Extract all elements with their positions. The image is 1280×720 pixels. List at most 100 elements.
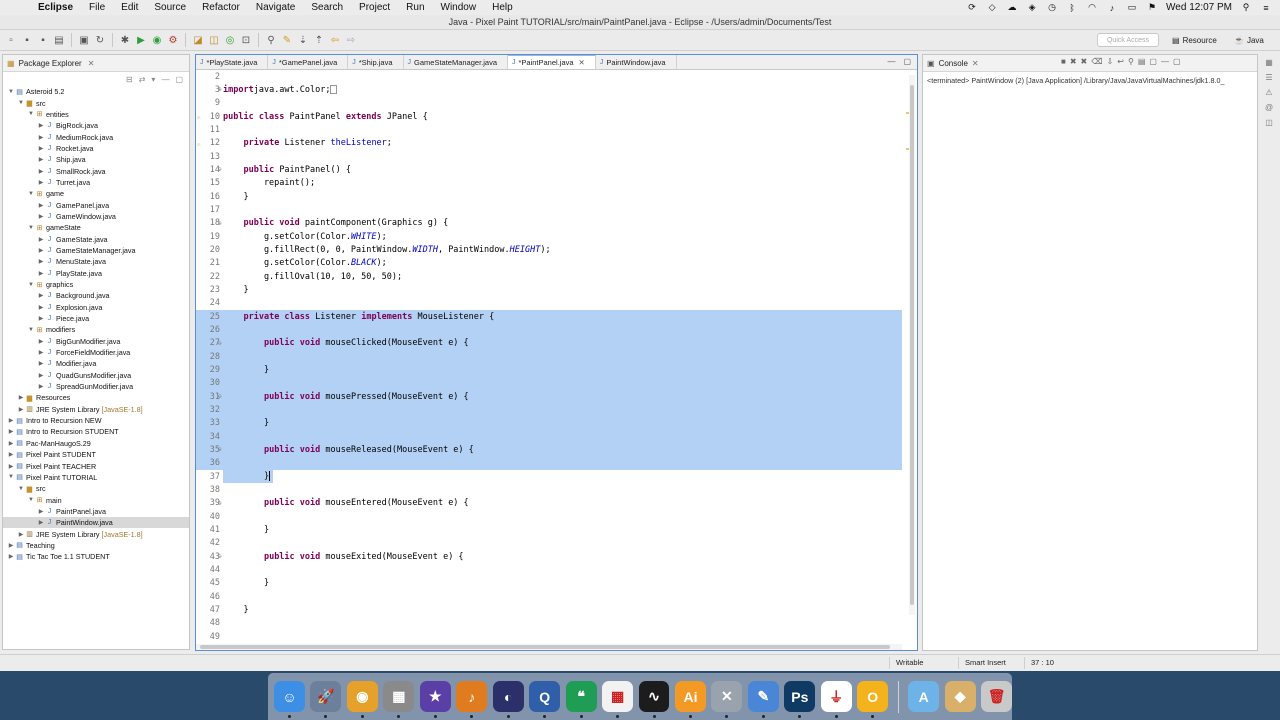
scrollbar-thumb[interactable] <box>910 85 914 605</box>
clear-console-icon[interactable]: ⌫ <box>1091 57 1102 66</box>
code-line[interactable]: 13 <box>196 150 902 163</box>
tree-item[interactable]: ▼ ⊞ gameState <box>3 222 189 233</box>
pin-console-icon[interactable]: ⚲ <box>1128 57 1134 66</box>
menu-app-name[interactable]: Eclipse <box>30 2 81 13</box>
outline-icon[interactable]: ▦ <box>1265 58 1273 67</box>
perspective-java[interactable]: ☕ Java <box>1234 33 1264 47</box>
open-type-icon[interactable]: ⊡ <box>239 33 253 47</box>
tree-item[interactable]: ▶ J GameState.java <box>3 233 189 244</box>
code-line[interactable]: 34 <box>196 429 902 444</box>
code-line[interactable]: 33 } <box>196 416 902 430</box>
collapsed-arrow-icon[interactable]: ▶ <box>37 122 45 129</box>
collapsed-arrow-icon[interactable]: ▶ <box>37 372 45 379</box>
code-line[interactable]: 43 ⊖ public void mouseExited(MouseEvent e… <box>196 550 902 563</box>
chrome-icon[interactable]: ◉ <box>346 681 378 718</box>
acrobat-icon[interactable]: ⏚ <box>820 681 852 718</box>
close-icon[interactable]: ✕ <box>579 58 585 67</box>
maximize-icon[interactable]: ▢ <box>1173 57 1181 66</box>
collapsed-arrow-icon[interactable]: ▶ <box>37 236 45 243</box>
code-line[interactable]: 41 } <box>196 523 902 536</box>
collapsed-arrow-icon[interactable]: ▶ <box>7 542 15 549</box>
view-menu-icon[interactable]: ▾ <box>151 75 155 84</box>
print-icon[interactable]: ▤ <box>52 33 66 47</box>
textedit-icon[interactable]: ✎ <box>747 681 779 718</box>
tree-item[interactable]: ▶ J ForceFieldModifier.java <box>3 347 189 358</box>
collapsed-arrow-icon[interactable]: ▶ <box>37 213 45 220</box>
editor-tab[interactable]: J *Ship.java <box>348 55 404 69</box>
display-console-icon[interactable]: ▤ <box>1138 57 1146 66</box>
code-line[interactable]: 15 repaint(); <box>196 177 902 190</box>
tree-item[interactable]: ▼ ▆ src <box>3 483 189 494</box>
collapsed-arrow-icon[interactable]: ▶ <box>37 338 45 345</box>
menu-project[interactable]: Project <box>351 2 398 13</box>
code-line[interactable]: 24 <box>196 297 902 310</box>
collapse-all-icon[interactable]: ⊟ <box>126 75 133 84</box>
menu-window[interactable]: Window <box>433 2 485 13</box>
collapsed-arrow-icon[interactable]: ▶ <box>7 463 15 470</box>
hangouts-icon[interactable]: ❝ <box>565 681 597 718</box>
code-line[interactable]: 48 <box>196 617 902 630</box>
code-line[interactable]: 47 } <box>196 603 902 616</box>
quick-access-input[interactable]: Quick Access <box>1097 33 1159 47</box>
photoshop-icon[interactable]: Ps <box>784 681 816 718</box>
link-with-editor-icon[interactable]: ⇄ <box>139 75 146 84</box>
eclipse-icon[interactable]: ◐ <box>492 681 524 718</box>
collapsed-arrow-icon[interactable]: ▶ <box>17 406 25 413</box>
collapsed-arrow-icon[interactable]: ▶ <box>37 202 45 209</box>
menu-file[interactable]: File <box>81 2 113 13</box>
tree-item[interactable]: ▶ J MediumRock.java <box>3 131 189 142</box>
editor-tab[interactable]: J GameStateManager.java <box>404 55 508 69</box>
expanded-arrow-icon[interactable]: ▼ <box>7 474 15 480</box>
search-icon[interactable]: ⚲ <box>264 33 278 47</box>
run-icon[interactable]: ▶ <box>134 33 148 47</box>
illustrator-icon[interactable]: Ai <box>674 681 706 718</box>
tree-item[interactable]: ▶ ▥ JRE System Library [JavaSE-1.8] <box>3 404 189 415</box>
tree-item[interactable]: ▶ ▤ Pixel Paint TEACHER <box>3 460 189 471</box>
scroll-lock-icon[interactable]: ⇩ <box>1107 57 1114 66</box>
tree-item[interactable]: ▶ J QuadGunsModifier.java <box>3 370 189 381</box>
toggle-mark-occurrences-icon[interactable]: ✎ <box>280 33 294 47</box>
word-wrap-icon[interactable]: ↩ <box>1117 57 1124 66</box>
menubar-clock[interactable]: Wed 12:07 PM <box>1166 2 1232 13</box>
collapsed-arrow-icon[interactable]: ▶ <box>37 247 45 254</box>
code-line[interactable]: 21 g.setColor(Color.BLACK); <box>196 257 902 270</box>
tree-item[interactable]: ▶ J Explosion.java <box>3 302 189 313</box>
code-line[interactable]: 9 <box>196 97 902 110</box>
collapsed-arrow-icon[interactable]: ▶ <box>17 394 25 401</box>
menu-refactor[interactable]: Refactor <box>194 2 248 13</box>
remove-all-icon[interactable]: ✖ <box>1081 57 1088 66</box>
problems-icon[interactable]: ⚠ <box>1265 88 1272 97</box>
editor-tab[interactable]: J PaintWindow.java <box>596 55 677 69</box>
tree-item[interactable]: ▶ ▤ Intro to Recursion NEW <box>3 415 189 426</box>
system-tools-icon[interactable]: ✕ <box>711 681 743 718</box>
editor-tab[interactable]: J *PaintPanel.java ✕ <box>508 55 596 69</box>
collapsed-arrow-icon[interactable]: ▶ <box>7 417 15 424</box>
collapsed-arrow-icon[interactable]: ▶ <box>17 531 25 538</box>
open-console-icon[interactable]: ▢ <box>1149 57 1157 66</box>
collapsed-arrow-icon[interactable]: ▶ <box>37 315 45 322</box>
collapsed-arrow-icon[interactable]: ▶ <box>37 304 45 311</box>
declaration-icon[interactable]: ◫ <box>1265 118 1273 127</box>
new-package-icon[interactable]: ◫ <box>207 33 221 47</box>
javadoc-icon[interactable]: @ <box>1265 103 1273 112</box>
expanded-arrow-icon[interactable]: ▼ <box>7 89 15 95</box>
back-icon[interactable]: ⇦ <box>328 33 342 47</box>
trash-icon[interactable]: 🗑 <box>981 681 1013 712</box>
collapsed-arrow-icon[interactable]: ▶ <box>37 145 45 152</box>
input-flag-icon[interactable]: ⚑ <box>1146 2 1158 13</box>
editor-tab[interactable]: J *PlayState.java <box>196 55 269 69</box>
code-area[interactable]: 2 3 ⊕ importjava.awt.Color; 9 10 ⚠ public class… <box>196 70 902 650</box>
code-line[interactable]: 38 <box>196 483 902 496</box>
warning-marker-icon[interactable]: ⚠ <box>197 141 202 148</box>
spotlight-search-icon[interactable]: ⚲ <box>1240 2 1252 13</box>
time-machine-icon[interactable]: ◷ <box>1046 2 1058 13</box>
tree-item[interactable]: ▶ ▤ Intro to Recursion STUDENT <box>3 426 189 437</box>
code-line[interactable]: 3 ⊕ importjava.awt.Color; <box>196 83 902 96</box>
tree-item[interactable]: ▶ J Background.java <box>3 290 189 301</box>
volume-icon[interactable]: ♪ <box>1106 3 1118 13</box>
code-line[interactable]: 44 <box>196 563 902 576</box>
remove-launch-icon[interactable]: ✖ <box>1070 57 1077 66</box>
menu-navigate[interactable]: Navigate <box>248 2 303 13</box>
tree-item[interactable]: ▶ J Piece.java <box>3 313 189 324</box>
code-line[interactable]: 36 <box>196 456 902 470</box>
